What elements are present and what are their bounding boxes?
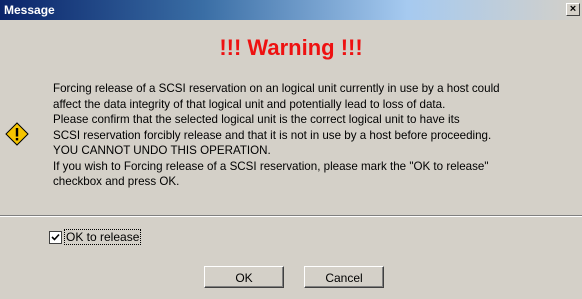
message-line: Forcing release of a SCSI reservation on… [53, 82, 500, 95]
message-line: Please confirm that the selected logical… [53, 113, 460, 126]
title-bar[interactable]: Message × [0, 0, 582, 20]
ok-to-release-checkbox[interactable] [49, 231, 62, 244]
warning-heading: !!! Warning !!! [219, 35, 363, 60]
warning-icon [5, 122, 29, 146]
close-icon: × [569, 3, 577, 15]
separator [0, 215, 582, 217]
cancel-button[interactable]: Cancel [304, 266, 384, 288]
ok-button[interactable]: OK [204, 266, 284, 288]
message-line: If you wish to Forcing release of a SCSI… [53, 159, 489, 173]
close-button[interactable]: × [566, 3, 580, 16]
message-line: affect the data integrity of that logica… [53, 97, 446, 111]
message-line: checkbox and press OK. [53, 175, 180, 188]
ok-to-release-label[interactable]: OK to release [63, 229, 142, 245]
message-line: SCSI reservation forcibly release and th… [53, 128, 492, 142]
message-text: Forcing release of a SCSI reservation on… [53, 81, 578, 190]
message-line: YOU CANNOT UNDO THIS OPERATION. [53, 144, 271, 157]
checkmark-icon [51, 233, 60, 241]
window-title: Message [4, 3, 55, 17]
